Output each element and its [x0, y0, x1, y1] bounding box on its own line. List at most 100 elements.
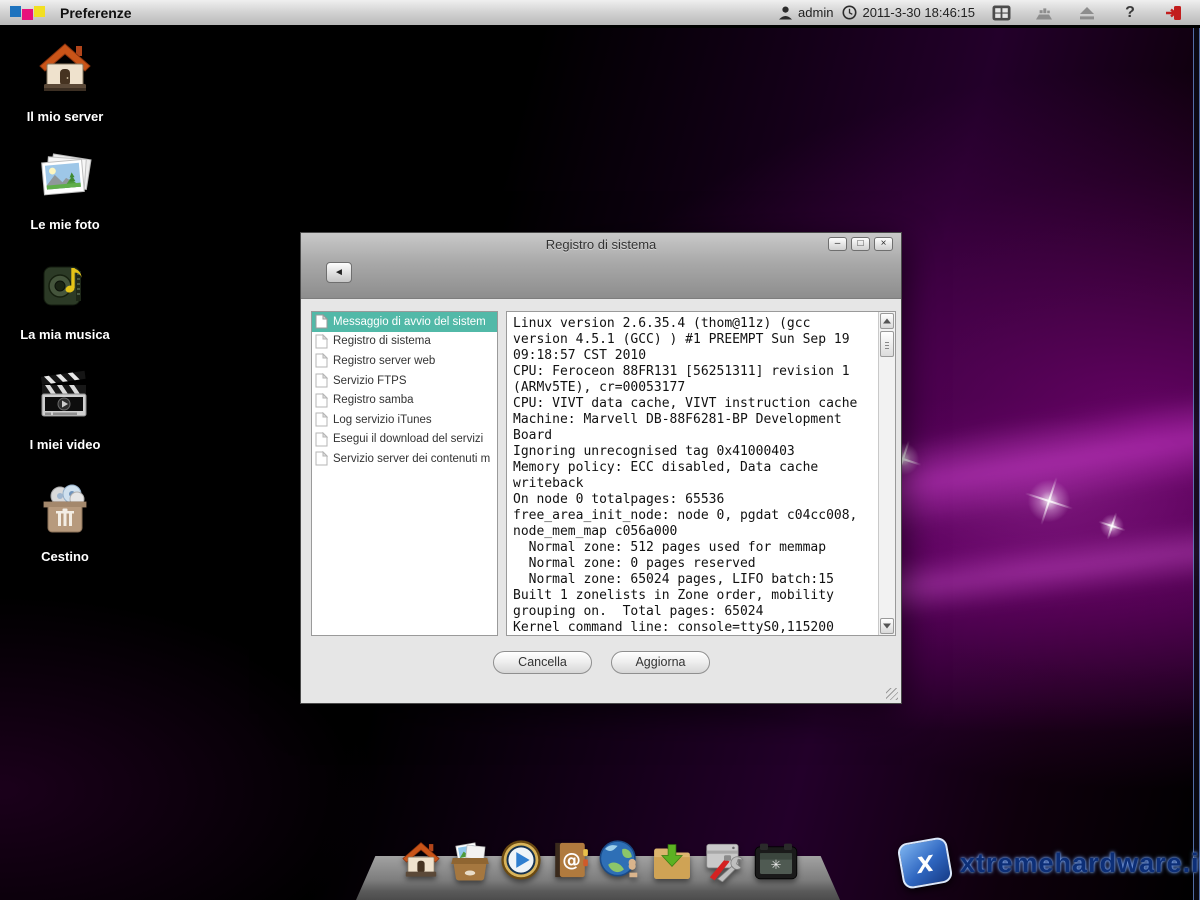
window-grid-button[interactable] [984, 5, 1018, 21]
document-icon [315, 373, 328, 388]
maximize-button[interactable]: □ [851, 237, 870, 251]
xtremehardware-logo-icon: x [896, 836, 953, 890]
dock-disk-tools-button[interactable] [702, 838, 746, 887]
log-list-item[interactable]: Servizio server dei contenuti m [312, 449, 497, 469]
log-list-label: Messaggio di avvio del sistem [333, 316, 486, 328]
dock-photos-button[interactable] [448, 840, 492, 887]
window-titlebar[interactable]: Registro di sistema – □ × [301, 233, 901, 256]
close-button[interactable]: × [874, 237, 893, 251]
photo-box-icon [448, 840, 492, 882]
desktop-icon-label: I miei video [0, 437, 130, 452]
desktop-icon-label: Cestino [0, 549, 130, 564]
log-list-item[interactable]: Log servizio iTunes [312, 410, 497, 430]
screen-edge-stripe [1193, 28, 1200, 900]
help-button[interactable]: ? [1113, 4, 1147, 22]
log-list-label: Registro samba [333, 394, 414, 406]
show-dock-button[interactable] [1027, 6, 1061, 20]
document-icon [315, 412, 328, 427]
logout-button[interactable] [1156, 5, 1190, 21]
wallpaper-streak [858, 517, 1200, 623]
desktop-icon-label: Il mio server [0, 109, 130, 124]
eject-icon [1079, 6, 1095, 20]
clock-indicator: 2011-3-30 18:46:15 [842, 5, 975, 20]
document-icon [315, 451, 328, 466]
document-icon [315, 314, 328, 329]
scrollbar-thumb[interactable] [880, 331, 894, 357]
desktop-icon-my-music[interactable]: La mia musica [0, 258, 130, 342]
app-title: Preferenze [60, 5, 132, 21]
media-tools-icon: ✳ [752, 842, 800, 882]
scroll-up-button[interactable] [880, 313, 894, 329]
log-list-label: Registro di sistema [333, 335, 431, 347]
window-header[interactable]: Registro di sistema – □ × ◄ [301, 233, 901, 299]
topbar-status-area: admin 2011-3-30 18:46:15 [778, 4, 1190, 22]
user-name: admin [798, 5, 833, 20]
back-button[interactable]: ◄ [326, 262, 352, 283]
dock-icon [1035, 6, 1053, 20]
desktop-icon-trash[interactable]: Cestino [0, 480, 130, 564]
desktop-icon-my-photos[interactable]: Le mie foto [0, 148, 130, 232]
resize-grip[interactable] [886, 688, 898, 700]
svg-text:✳: ✳ [771, 858, 782, 873]
window-title: Registro di sistema [301, 237, 901, 252]
dock-home-button[interactable] [400, 838, 442, 887]
eject-button[interactable] [1070, 6, 1104, 20]
log-type-list[interactable]: Messaggio di avvio del sistem Registro d… [311, 311, 498, 636]
home-icon [400, 838, 442, 882]
log-list-item[interactable]: Messaggio di avvio del sistem [312, 312, 497, 332]
document-icon [315, 334, 328, 349]
dock-contacts-button[interactable]: @ [549, 838, 591, 887]
brand-logo [10, 6, 46, 20]
desktop-icon-my-videos[interactable]: I miei video [0, 368, 130, 452]
logo-square-magenta [22, 9, 33, 20]
home-icon [0, 38, 130, 103]
dialog-button-row: Cancella Aggiorna [301, 651, 901, 681]
clock-icon [842, 5, 857, 20]
log-list-item[interactable]: Registro server web [312, 351, 497, 371]
help-icon: ? [1125, 4, 1135, 22]
sparkle-decoration [1017, 469, 1080, 532]
watermark-text: xtremehardware.it [960, 848, 1200, 879]
logo-square-blue [10, 6, 21, 17]
svg-text:@: @ [562, 850, 581, 871]
trash-icon [0, 480, 130, 543]
window-toolbar: ◄ [301, 256, 901, 298]
system-log-window: Registro di sistema – □ × ◄ Messaggio di… [300, 232, 902, 704]
minimize-button[interactable]: – [828, 237, 847, 251]
sparkle-decoration [1094, 508, 1129, 543]
log-list-item[interactable]: Registro di sistema [312, 332, 497, 352]
contacts-icon: @ [549, 838, 591, 882]
user-indicator[interactable]: admin [778, 5, 833, 20]
cancel-button[interactable]: Cancella [493, 651, 592, 674]
scroll-down-button[interactable] [880, 618, 894, 634]
desktop-screen: Preferenze admin 2011-3-30 18:46:15 [0, 0, 1200, 900]
dock-downloads-button[interactable] [649, 840, 695, 887]
photos-icon [0, 148, 130, 211]
log-list-item[interactable]: Esegui il download del servizi [312, 430, 497, 450]
log-list-label: Servizio FTPS [333, 375, 407, 387]
download-folder-icon [649, 840, 695, 882]
datetime-text: 2011-3-30 18:46:15 [862, 5, 975, 20]
log-list-label: Registro server web [333, 355, 435, 367]
logout-icon [1164, 5, 1182, 21]
log-list-item[interactable]: Servizio FTPS [312, 371, 497, 391]
desktop-icon-my-server[interactable]: Il mio server [0, 38, 130, 124]
watermark: x xtremehardware.it [900, 840, 1200, 886]
videos-icon [0, 368, 130, 431]
logo-square-yellow [34, 6, 45, 17]
document-icon [315, 353, 328, 368]
dock-media-tools-button[interactable]: ✳ [752, 842, 800, 887]
top-menu-bar: Preferenze admin 2011-3-30 18:46:15 [0, 0, 1200, 28]
document-icon [315, 393, 328, 408]
disk-tools-icon [702, 838, 746, 882]
dock-media-player-button[interactable] [499, 838, 543, 887]
log-list-label: Servizio server dei contenuti m [333, 453, 490, 465]
dock: @ [400, 838, 800, 887]
media-player-icon [499, 838, 543, 882]
log-list-item[interactable]: Registro samba [312, 390, 497, 410]
vertical-scrollbar[interactable] [878, 312, 895, 635]
music-icon [0, 258, 130, 321]
network-globe-icon [597, 838, 643, 882]
refresh-button[interactable]: Aggiorna [611, 651, 710, 674]
dock-network-button[interactable] [597, 838, 643, 887]
